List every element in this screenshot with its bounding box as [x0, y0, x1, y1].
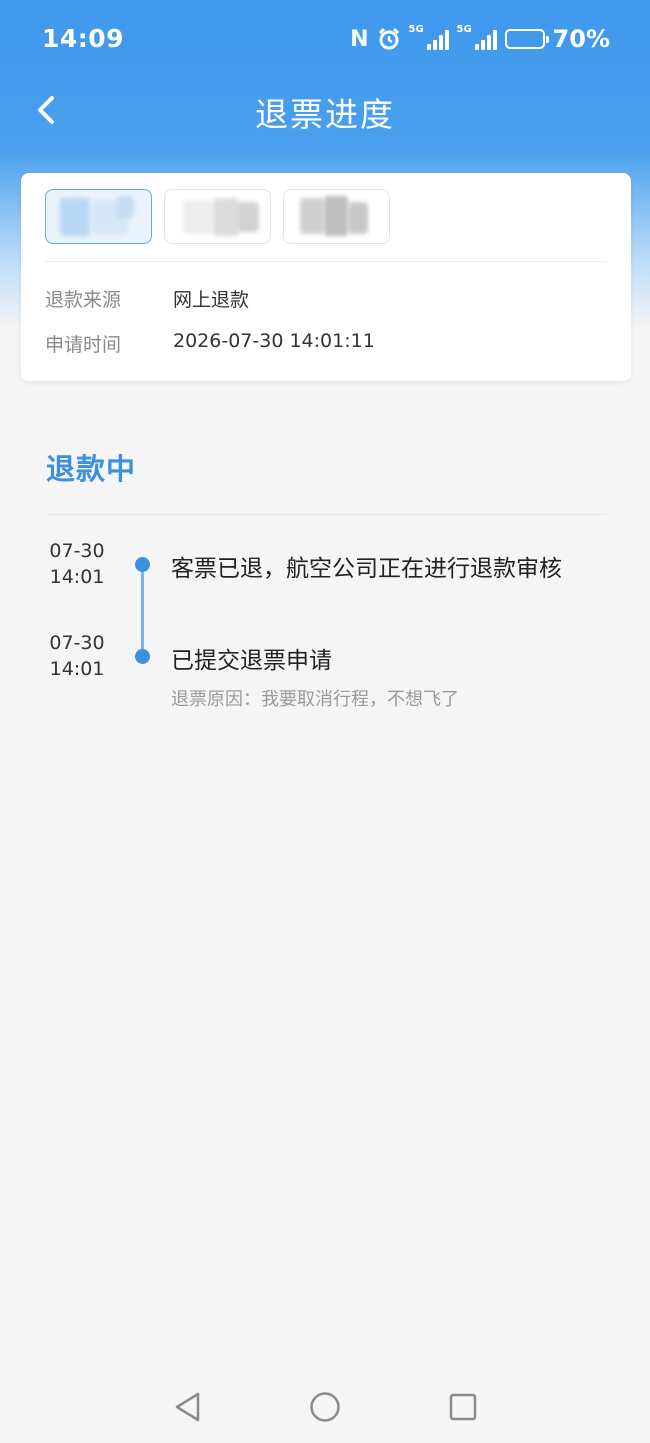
timeline-date: 07-30 14:01	[49, 540, 105, 588]
triangle-back-icon	[175, 1392, 200, 1422]
passenger-tabs	[45, 189, 390, 244]
system-back-button[interactable]	[171, 1390, 205, 1424]
refund-source-value: 网上退款	[173, 289, 250, 311]
signal-icon-sim1: 5G	[409, 24, 449, 50]
section-divider	[46, 514, 606, 515]
timeline-date: 07-30 14:01	[49, 632, 105, 680]
signal-icon-sim2: 5G	[457, 24, 497, 50]
apply-time-label: 申请时间	[45, 334, 122, 356]
timeline-event-subtext: 退票原因：我要取消行程，不想飞了	[171, 689, 459, 710]
system-home-button[interactable]	[308, 1390, 342, 1424]
battery-percent: 70%	[552, 25, 610, 53]
refund-info-card: 退款来源 网上退款 申请时间 2026-07-30 14:01:11	[21, 173, 631, 381]
nav-bar: 退票进度	[0, 78, 650, 148]
status-bar: 14:09 N 5G 5G 70%	[0, 0, 650, 78]
circle-home-icon	[310, 1392, 340, 1422]
timeline-dot	[135, 557, 150, 572]
timeline-event-text: 客票已退，航空公司正在进行退款审核	[171, 556, 562, 582]
timeline-event-text: 已提交退票申请	[171, 648, 332, 674]
system-nav-bar	[0, 1370, 650, 1443]
square-recents-icon	[449, 1393, 477, 1421]
battery-icon	[504, 29, 549, 49]
refund-source-label: 退款来源	[45, 289, 122, 311]
alarm-icon	[378, 27, 399, 50]
apply-time-value: 2026-07-30 14:01:11	[173, 330, 375, 352]
card-divider	[45, 261, 607, 262]
passenger-tab-2[interactable]	[164, 189, 271, 244]
nfc-icon: N	[350, 26, 369, 52]
passenger-tab-1[interactable]	[45, 189, 152, 244]
timeline-line	[141, 565, 144, 657]
page-title: 退票进度	[255, 95, 395, 134]
timeline-dot	[135, 649, 150, 664]
passenger-tab-3[interactable]	[283, 189, 390, 244]
apply-time-row: 申请时间 2026-07-30 14:01:11	[45, 330, 375, 357]
refund-source-row: 退款来源 网上退款	[45, 285, 249, 312]
status-time: 14:09	[42, 24, 125, 53]
status-icons: N 5G 5G 70%	[350, 24, 610, 54]
refund-status-heading: 退款中	[46, 452, 137, 486]
system-recents-button[interactable]	[446, 1390, 480, 1424]
